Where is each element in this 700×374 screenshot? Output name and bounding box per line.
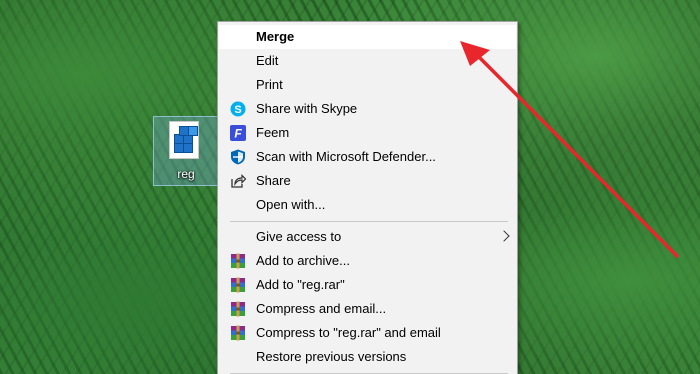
menu-item-label: Print xyxy=(256,77,283,92)
menu-item-label: Scan with Microsoft Defender... xyxy=(256,149,436,164)
menu-item-compress-and-email[interactable]: Compress and email... xyxy=(219,297,516,321)
menu-item-label: Add to archive... xyxy=(256,253,350,268)
menu-item-label: Merge xyxy=(256,29,295,44)
menu-item-restore-previous-versions[interactable]: Restore previous versions xyxy=(219,345,516,369)
menu-item-share-with-skype[interactable]: S Share with Skype xyxy=(219,97,516,121)
svg-text:S: S xyxy=(234,104,241,116)
feem-icon: F xyxy=(230,125,246,141)
menu-separator xyxy=(230,221,508,222)
menu-item-add-to-archive[interactable]: Add to archive... xyxy=(219,249,516,273)
menu-item-label: Share xyxy=(256,173,291,188)
registry-file-icon xyxy=(169,121,199,159)
reg-file-icon[interactable]: reg xyxy=(153,116,219,186)
menu-item-feem[interactable]: F Feem xyxy=(219,121,516,145)
menu-item-give-access-to[interactable]: Give access to xyxy=(219,225,516,249)
skype-icon: S xyxy=(230,101,246,117)
winrar-icon xyxy=(230,253,246,269)
menu-item-label: Open with... xyxy=(256,197,326,212)
chevron-right-icon xyxy=(498,230,510,242)
menu-item-edit[interactable]: Edit xyxy=(219,49,516,73)
share-icon xyxy=(230,173,247,189)
file-icon-label: reg xyxy=(177,167,195,181)
menu-item-share[interactable]: Share xyxy=(219,169,516,193)
context-menu: Merge Edit Print S Share with Skype F Fe… xyxy=(217,21,518,374)
menu-item-label: Feem xyxy=(256,125,290,140)
winrar-icon xyxy=(230,277,246,293)
menu-item-label: Share with Skype xyxy=(256,101,358,116)
menu-item-label: Compress and email... xyxy=(256,301,387,316)
winrar-icon xyxy=(230,301,246,317)
menu-item-label: Restore previous versions xyxy=(256,349,407,364)
menu-item-print[interactable]: Print xyxy=(219,73,516,97)
menu-item-label: Give access to xyxy=(256,229,342,244)
menu-item-open-with[interactable]: Open with... xyxy=(219,193,516,217)
menu-item-label: Compress to "reg.rar" and email xyxy=(256,325,441,340)
menu-item-add-to-reg-rar[interactable]: Add to "reg.rar" xyxy=(219,273,516,297)
menu-item-merge[interactable]: Merge xyxy=(219,25,516,49)
svg-text:F: F xyxy=(234,127,242,141)
menu-item-label: Add to "reg.rar" xyxy=(256,277,345,292)
winrar-icon xyxy=(230,325,246,341)
defender-shield-icon xyxy=(230,149,246,165)
menu-item-scan-defender[interactable]: Scan with Microsoft Defender... xyxy=(219,145,516,169)
menu-item-label: Edit xyxy=(256,53,279,68)
menu-item-compress-to-reg-rar-and-email[interactable]: Compress to "reg.rar" and email xyxy=(219,321,516,345)
